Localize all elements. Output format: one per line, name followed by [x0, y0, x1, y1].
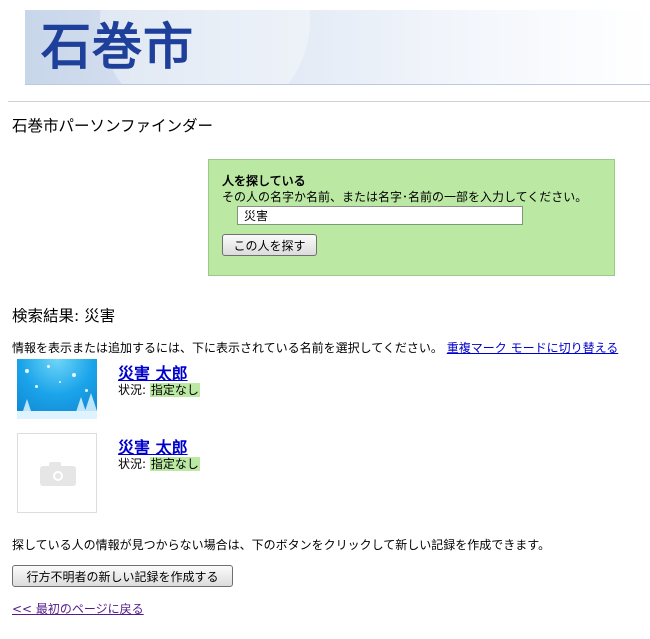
result-status: 状況: 指定なし	[118, 381, 200, 398]
search-heading: 人を探している	[222, 174, 306, 188]
results-instruction-text: 情報を表示または追加するには、下に表示されている名前を選択してください。	[12, 341, 443, 355]
result-photo-winter[interactable]	[17, 359, 97, 419]
no-match-message: 探している人の情報が見つからない場合は、下のボタンをクリックして新しい記録を作成…	[12, 538, 551, 552]
search-instruction: その人の名字か名前、または名字･名前の一部を入力してください。	[222, 190, 588, 204]
results-heading-label: 検索結果:	[12, 307, 85, 325]
result-status: 状況: 指定なし	[118, 455, 200, 472]
result-status-label: 状況:	[118, 383, 150, 397]
status-badge: 指定なし	[149, 457, 200, 471]
search-panel: 人を探している その人の名字か名前、または名字･名前の一部を入力してください。 …	[208, 159, 615, 276]
result-photo-placeholder[interactable]	[17, 433, 97, 513]
city-logo-banner: 石巻市	[25, 10, 650, 84]
search-input[interactable]	[237, 206, 523, 225]
results-instruction: 情報を表示または追加するには、下に表示されている名前を選択してください。 重複マ…	[12, 339, 618, 356]
duplicate-mode-link[interactable]: 重複マーク モードに切り替える	[447, 341, 618, 355]
results-query: 災害	[84, 307, 116, 325]
back-to-start-link[interactable]: << 最初のページに戻る	[12, 600, 144, 617]
back-to-start-link-text[interactable]: << 最初のページに戻る	[12, 602, 144, 616]
search-button[interactable]: この人を探す	[222, 234, 317, 256]
results-heading: 検索結果: 災害	[12, 304, 115, 326]
page-title: 石巻市パーソンファインダー	[12, 117, 214, 135]
create-record-button[interactable]: 行方不明者の新しい記録を作成する	[12, 565, 233, 587]
logo-divider	[25, 84, 650, 85]
camera-icon-lens-inner	[55, 473, 61, 479]
city-logo-text: 石巻市	[41, 18, 194, 76]
status-badge: 指定なし	[149, 383, 200, 397]
header-divider	[8, 101, 650, 102]
result-status-label: 状況:	[118, 457, 150, 471]
